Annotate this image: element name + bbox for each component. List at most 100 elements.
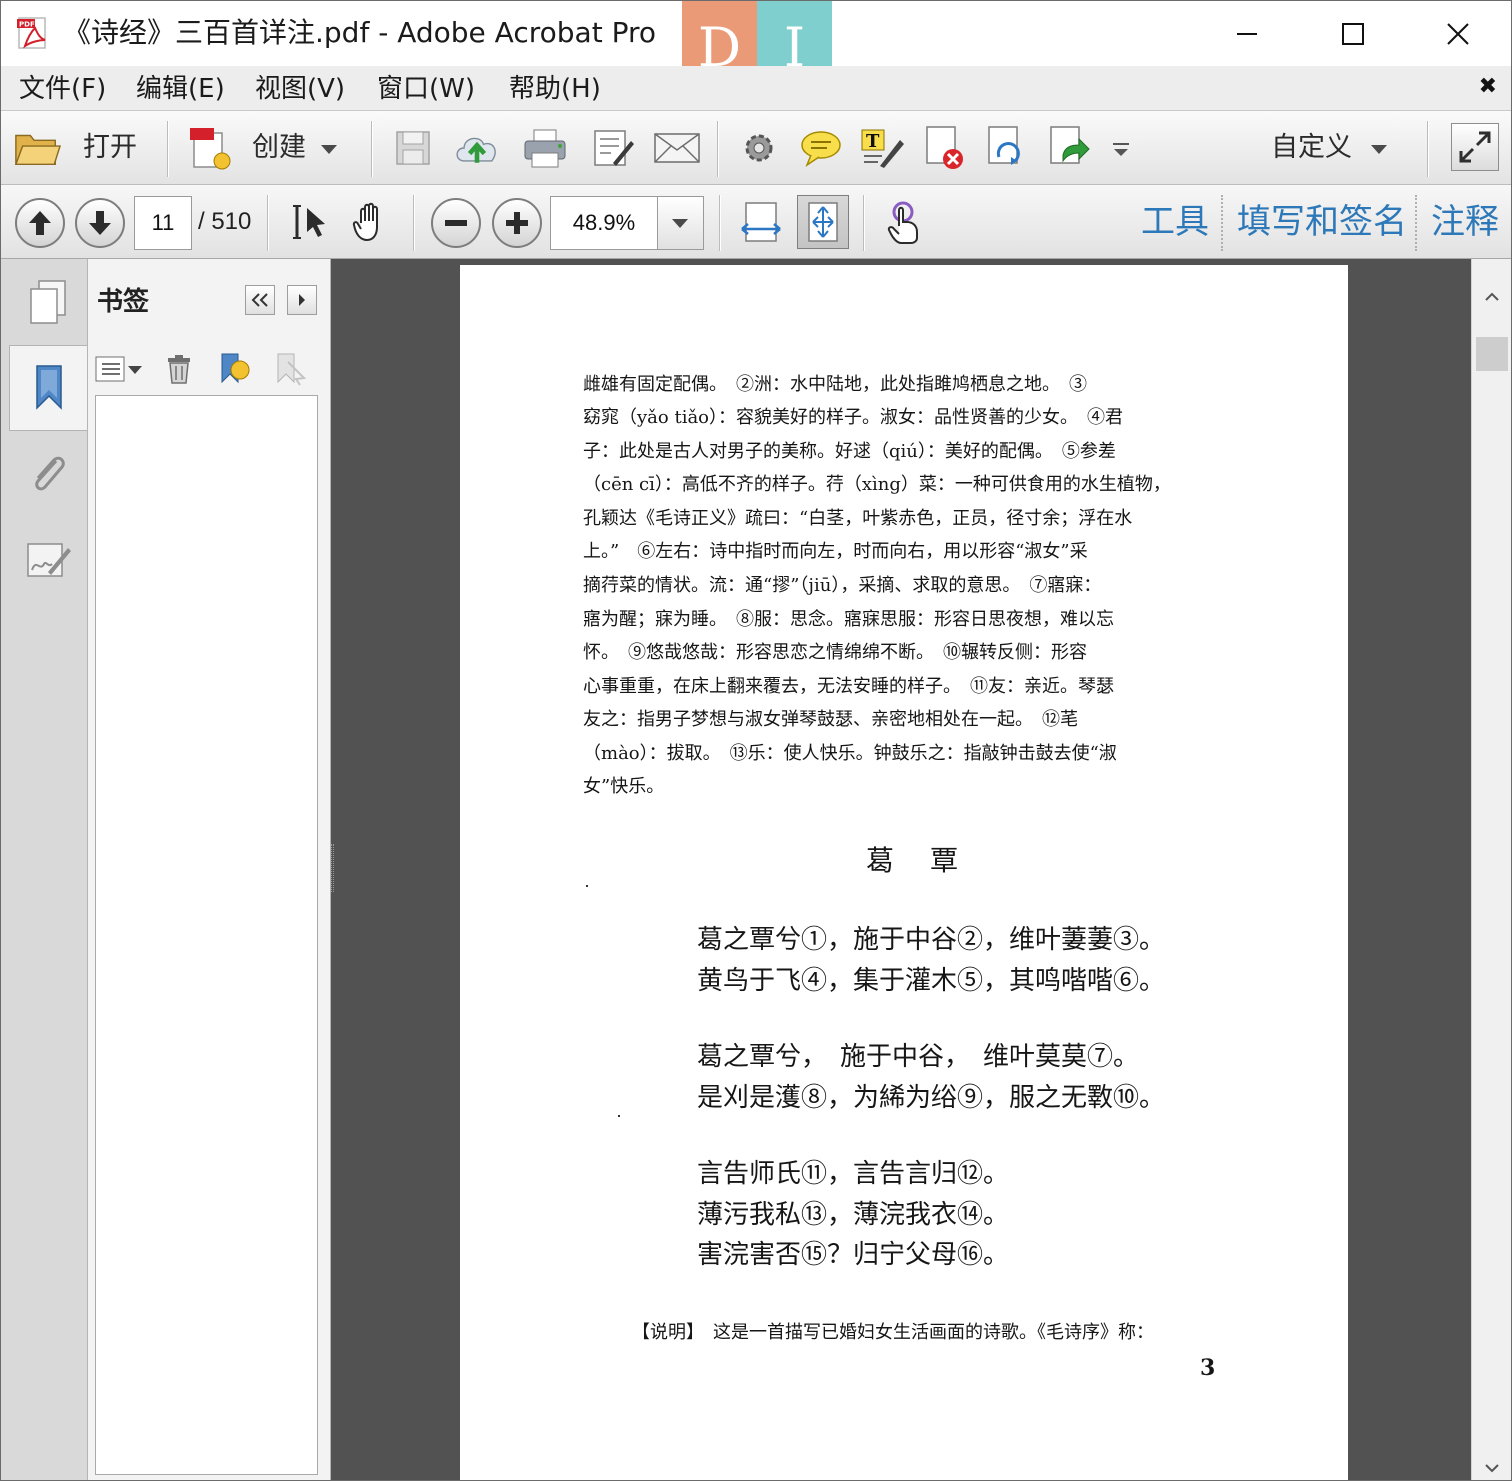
next-page-button[interactable] xyxy=(75,198,125,248)
toolbar-divider xyxy=(717,121,718,177)
document-viewport[interactable]: 雌雄有固定配偶。 ②洲：水中陆地，此处指雎鸠栖息之地。 ③ 窈窕（yǎo tiǎ… xyxy=(331,259,1471,1480)
poem-line: 黄鸟于飞④，集于灌木⑤，其鸣喈喈⑥。 xyxy=(697,966,1166,996)
maximize-button[interactable] xyxy=(1300,1,1406,66)
window-title: 《诗经》三百首详注.pdf - Adobe Acrobat Pro xyxy=(63,16,656,49)
bookmarks-nav-button[interactable] xyxy=(9,345,87,431)
minimize-icon xyxy=(1237,32,1257,35)
previous-page-button[interactable] xyxy=(15,198,65,248)
note-line: 友之：指男子梦想与淑女弹琴鼓瑟、亲密地相处在一起。 ⑫芼 xyxy=(583,709,1078,730)
cloud-upload-icon[interactable] xyxy=(453,125,501,171)
toolbar-divider xyxy=(167,121,168,177)
note-line: 雌雄有固定配偶。 ②洲：水中陆地，此处指雎鸠栖息之地。 ③ xyxy=(583,374,1087,395)
zoom-out-button[interactable] xyxy=(431,198,481,248)
full-screen-icon[interactable] xyxy=(1451,123,1499,171)
poem-line: 薄污我私⑬，薄浣我衣⑭。 xyxy=(697,1200,1010,1230)
poem-line: 是刈是濩⑧，为絺为绤⑨，服之无斁⑩。 xyxy=(697,1083,1166,1113)
note-line: 怀。 ⑨悠哉悠哉：形容思恋之情绵绵不断。 ⑩辗转反侧：形容 xyxy=(583,642,1087,663)
chevron-up-icon xyxy=(1485,292,1499,301)
delete-bookmark-button[interactable] xyxy=(162,351,196,387)
open-folder-icon[interactable] xyxy=(13,125,61,171)
new-bookmark-button[interactable] xyxy=(214,351,254,387)
zoom-level-input[interactable]: 48.9% xyxy=(550,196,658,250)
touch-mode-icon[interactable] xyxy=(879,199,927,245)
menu-bar: 文件(F) 编辑(E) 视图(V) 窗口(W) 帮助(H) ✖ xyxy=(1,66,1511,111)
bookmark-options-button[interactable] xyxy=(94,351,146,387)
zoom-in-button[interactable] xyxy=(492,198,542,248)
panel-splitter[interactable] xyxy=(331,844,334,892)
svg-text:PDF: PDF xyxy=(19,21,35,29)
fit-page-icon[interactable] xyxy=(797,195,849,249)
signatures-nav-button[interactable] xyxy=(9,517,87,603)
poem-line: 言告师氏⑪，言告言归⑫。 xyxy=(697,1159,1010,1189)
note-line: 寤为醒；寐为睡。 ⑧服：思念。寤寐思服：形容日思夜想，难以忘 xyxy=(583,609,1114,630)
fill-sign-pane-link[interactable]: 填写和签名 xyxy=(1237,201,1407,243)
select-tool-icon[interactable] xyxy=(287,199,335,245)
comment-pane-link[interactable]: 注释 xyxy=(1431,201,1499,243)
page-thumbnails-button[interactable] xyxy=(9,259,87,345)
toolbar-more-icon[interactable] xyxy=(1097,125,1145,171)
create-button[interactable]: 创建 xyxy=(252,130,306,166)
close-document-icon[interactable]: ✖ xyxy=(1479,74,1497,99)
poem-explanation: 【说明】 这是一首描写已婚妇女生活画面的诗歌。《毛诗序》称： xyxy=(632,1322,1154,1343)
panel-options-button[interactable] xyxy=(287,285,317,315)
scrollbar-thumb[interactable] xyxy=(1476,337,1508,371)
open-button[interactable]: 打开 xyxy=(83,130,137,166)
navigation-pane-bar xyxy=(1,259,88,1480)
attachments-nav-button[interactable] xyxy=(9,431,87,517)
page-number-input[interactable]: 11 xyxy=(134,196,192,250)
zoom-dropdown-button[interactable] xyxy=(657,196,704,250)
print-icon[interactable] xyxy=(521,125,569,171)
customize-dropdown-icon[interactable] xyxy=(1371,145,1387,154)
customize-button[interactable]: 自定义 xyxy=(1271,130,1352,166)
toolbar-divider xyxy=(1427,121,1428,177)
menu-edit[interactable]: 编辑(E) xyxy=(136,72,225,106)
acrobat-pdf-icon[interactable]: PDF xyxy=(15,16,51,50)
poem-title: 葛覃 xyxy=(866,844,995,877)
bookmark-disabled-icon xyxy=(277,353,307,386)
new-bookmark-icon xyxy=(221,353,250,384)
bookmarks-list[interactable] xyxy=(95,395,318,1475)
poem-line: 害浣害否⑮？归宁父母⑯。 xyxy=(697,1240,1010,1270)
pane-divider xyxy=(1221,195,1223,251)
comment-bubble-icon[interactable] xyxy=(797,125,845,171)
note-line: 心事重重，在床上翻来覆去，无法安睡的样子。 ⑪友：亲近。琴瑟 xyxy=(583,676,1114,697)
scroll-up-button[interactable] xyxy=(1472,277,1511,317)
close-icon xyxy=(1447,22,1469,45)
create-pdf-icon[interactable] xyxy=(187,125,235,171)
rotate-pages-icon[interactable] xyxy=(983,125,1031,171)
note-line: 子：此处是古人对男子的美称。好逑（qiú）：美好的配偶。 ⑤参差 xyxy=(583,441,1116,462)
hand-tool-icon[interactable] xyxy=(347,199,395,245)
list-options-icon xyxy=(95,356,142,382)
scan-speck xyxy=(618,1115,620,1117)
minimize-button[interactable] xyxy=(1194,1,1300,66)
signature-pen-icon xyxy=(27,543,71,577)
title-bar: PDF 《诗经》三百首详注.pdf - Adobe Acrobat Pro D … xyxy=(1,1,1511,93)
email-icon[interactable] xyxy=(653,125,701,171)
poem-line: 葛之覃兮， 施于中谷， 维叶莫莫⑦。 xyxy=(697,1042,1140,1072)
fit-width-icon[interactable] xyxy=(737,199,785,245)
settings-gear-icon[interactable] xyxy=(735,125,783,171)
menu-help[interactable]: 帮助(H) xyxy=(509,72,601,106)
create-dropdown-icon[interactable] xyxy=(321,145,337,154)
menu-window[interactable]: 窗口(W) xyxy=(377,72,475,106)
svg-text:T: T xyxy=(866,131,880,152)
close-button[interactable] xyxy=(1405,1,1511,66)
note-line: 上。” ⑥左右：诗中指时而向左，时而向右，用以形容“淑女”采 xyxy=(583,541,1088,562)
bookmark-from-selection-button[interactable] xyxy=(270,351,310,387)
edit-document-icon[interactable] xyxy=(589,125,637,171)
delete-pages-icon[interactable] xyxy=(921,125,969,171)
double-chevron-left-icon xyxy=(251,293,268,307)
arrow-down-icon xyxy=(89,211,111,235)
bookmarks-panel: 书签 xyxy=(88,259,331,1480)
collapse-panel-button[interactable] xyxy=(245,285,275,315)
save-icon[interactable] xyxy=(389,125,437,171)
scan-speck xyxy=(586,885,588,887)
vertical-scrollbar[interactable] xyxy=(1471,259,1511,1480)
menu-view[interactable]: 视图(V) xyxy=(255,72,345,106)
menu-file[interactable]: 文件(F) xyxy=(19,72,106,106)
scroll-down-button[interactable] xyxy=(1472,1455,1511,1480)
note-line: 摘荇菜的情状。流：通“摎”（jiū），采摘、求取的意思。 ⑦寤寐： xyxy=(583,575,1102,596)
tools-pane-link[interactable]: 工具 xyxy=(1141,201,1209,243)
extract-pages-icon[interactable] xyxy=(1045,125,1093,171)
highlight-text-icon[interactable]: T xyxy=(859,125,907,171)
